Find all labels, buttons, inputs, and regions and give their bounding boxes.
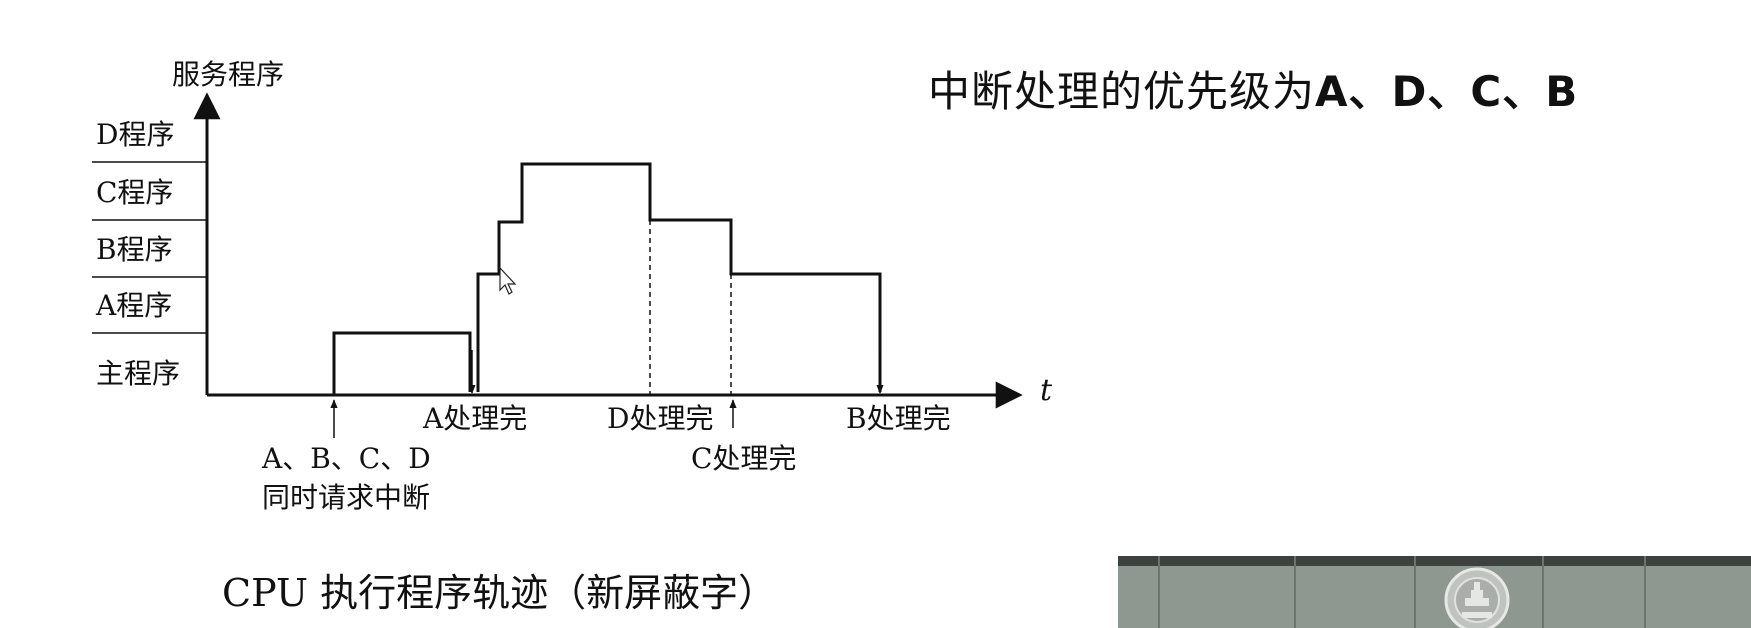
cursor-arrow-icon xyxy=(499,266,517,295)
label-c-done: C处理完 xyxy=(691,442,796,475)
diagram-caption: CPU 执行程序轨迹（新屏蔽字） xyxy=(222,571,777,615)
label-d-done: D处理完 xyxy=(607,402,713,435)
slide: 服务程序 t D程序 C程序 B程序 A程序 主程序 A处理完 D处理完 C处理… xyxy=(0,0,1751,628)
x-axis-symbol: t xyxy=(1040,373,1053,408)
label-request-line1: A、B、C、D xyxy=(261,442,431,475)
y-axis-title: 服务程序 xyxy=(172,58,284,91)
level-label-d: D程序 xyxy=(96,118,174,151)
level-label-main: 主程序 xyxy=(96,357,180,390)
level-label-a: A程序 xyxy=(95,289,172,322)
label-request-line2: 同时请求中断 xyxy=(262,481,430,514)
speaker-video-inset xyxy=(1118,556,1751,628)
wall-panel xyxy=(1644,556,1646,628)
wall-panel xyxy=(1294,556,1296,628)
priority-prefix: 中断处理的优先级为 xyxy=(928,67,1316,116)
wall-panel xyxy=(1542,556,1544,628)
priority-title: 中断处理的优先级为A、D、C、B xyxy=(928,58,1578,119)
level-label-c: C程序 xyxy=(96,176,173,209)
execution-trace xyxy=(332,162,882,395)
label-b-done: B处理完 xyxy=(846,402,951,435)
university-logo-icon xyxy=(1422,560,1532,628)
wall-panel xyxy=(1158,556,1160,628)
wall-panel xyxy=(1414,556,1416,628)
level-label-b: B程序 xyxy=(96,233,173,266)
priority-order: A、D、C、B xyxy=(1315,67,1579,116)
label-a-done: A处理完 xyxy=(422,402,527,435)
